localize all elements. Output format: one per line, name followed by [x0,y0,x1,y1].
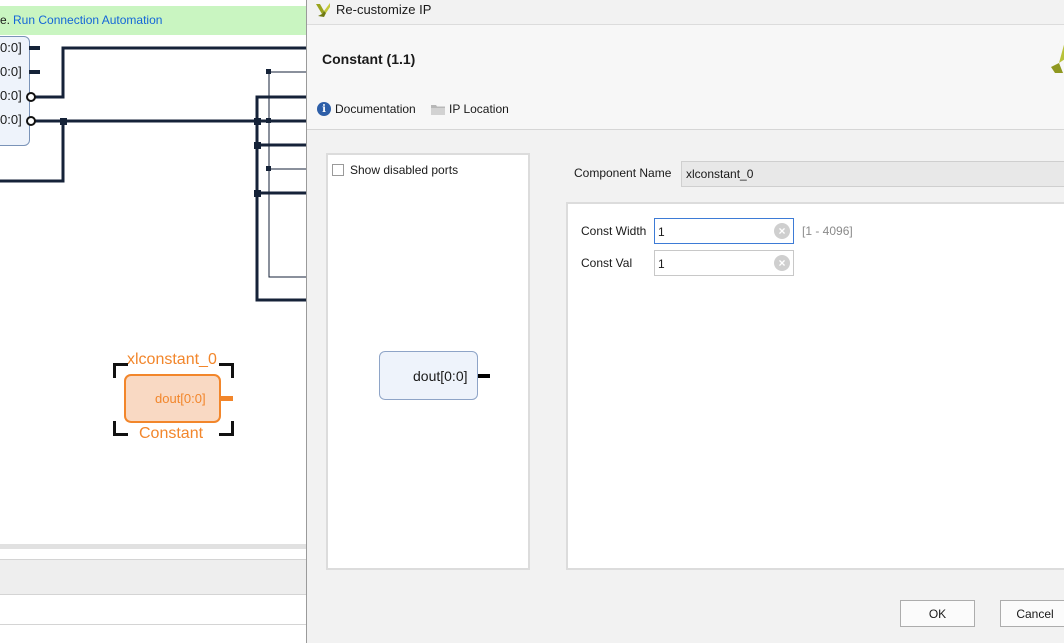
const-width-field[interactable]: × [654,218,794,245]
selection-handle [219,421,234,436]
const-val-field[interactable]: × [654,250,794,277]
panel-tab-bar[interactable] [0,559,306,595]
dialog-title-bar[interactable]: Re-customize IP [307,0,1064,25]
show-disabled-ports-label: Show disabled ports [350,163,459,177]
documentation-label: Documentation [335,102,416,116]
ip-symbol-pin-label: dout[0:0] [413,368,468,384]
constant-pin-label: dout[0:0] [155,391,206,406]
const-width-input[interactable] [655,219,770,245]
component-name-label: Component Name [574,166,672,180]
panel-divider [0,624,306,625]
cancel-button[interactable]: Cancel [1000,600,1064,627]
selection-handle [113,421,128,436]
canvas-divider[interactable] [0,544,306,549]
ok-button[interactable]: OK [900,600,975,627]
folder-icon [431,104,445,115]
const-val-input[interactable] [655,251,770,277]
const-width-label: Const Width [581,224,647,238]
show-disabled-ports-option[interactable]: Show disabled ports [332,163,458,177]
constant-instance-name: xlconstant_0 [127,351,217,368]
clear-icon[interactable]: × [774,255,790,271]
recustomize-ip-dialog: Re-customize IP Constant (1.1) i Documen… [306,0,1064,643]
component-name-field[interactable] [681,161,1064,187]
ip-title: Constant (1.1) [322,51,416,67]
ip-header: Constant (1.1) i Documentation IP Locati… [307,25,1064,130]
ip-symbol-panel: Show disabled ports dout[0:0] [326,153,530,570]
block-design-canvas[interactable]: e. Run Connection Automation 0:0] 0:0] 0… [0,0,306,643]
ip-location-label: IP Location [449,102,509,116]
dialog-title: Re-customize IP [336,2,432,17]
constant-output-pin[interactable] [221,396,233,401]
show-disabled-ports-checkbox[interactable] [332,164,344,176]
info-icon: i [317,102,331,116]
constant-type-label: Constant [139,425,204,442]
documentation-link[interactable]: i Documentation [317,102,416,116]
vivado-logo-icon [316,3,330,17]
parameter-panel: Const Width × [1 - 4096] Const Val × [566,202,1064,570]
const-width-range: [1 - 4096] [802,224,853,238]
clear-icon[interactable]: × [774,223,790,239]
selection-handle [219,363,234,378]
xilinx-logo-icon [1051,44,1064,73]
const-val-label: Const Val [581,256,633,270]
ip-symbol-pin [478,374,490,378]
ip-location-link[interactable]: IP Location [431,102,509,116]
net-wires [0,46,306,302]
